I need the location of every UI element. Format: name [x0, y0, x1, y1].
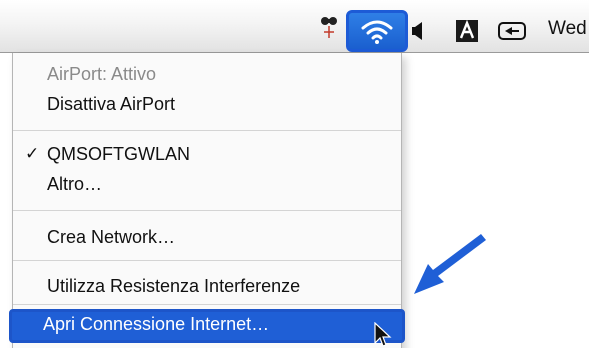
menu-item-interference-robustness[interactable]: Utilizza Resistenza Interferenze: [13, 271, 401, 301]
menu-item-label: AirPort: Attivo: [47, 64, 157, 84]
volume-icon[interactable]: [412, 20, 422, 42]
airport-wifi-icon: [361, 20, 393, 44]
menu-separator: [13, 210, 401, 211]
menu-item-turn-off-airport[interactable]: Disattiva AirPort: [13, 89, 401, 119]
menu-item-airport-status: AirPort: Attivo: [13, 59, 401, 89]
menu-item-label: Disattiva AirPort: [47, 94, 176, 114]
airport-dropdown-menu: AirPort: Attivo Disattiva AirPort ✓ QMSO…: [9, 53, 405, 348]
pointer-arrow-icon: [410, 234, 492, 300]
menu-item-label: Apri Connessione Internet…: [43, 314, 270, 334]
menu-item-create-network[interactable]: Crea Network…: [13, 222, 401, 252]
menu-item-label: Utilizza Resistenza Interferenze: [47, 276, 301, 296]
menu-item-label: Crea Network…: [47, 227, 176, 247]
mouse-cursor-icon: [373, 321, 393, 348]
airport-menu-button[interactable]: [346, 10, 408, 52]
checkmark-icon: ✓: [25, 144, 40, 163]
clock-text[interactable]: Wed: [548, 18, 587, 40]
input-menu-icon[interactable]: [456, 20, 478, 42]
menu-item-label: Altro…: [47, 174, 103, 194]
menu-item-other[interactable]: Altro…: [13, 169, 401, 199]
menu-item-label: QMSOFTGWLAN: [47, 144, 190, 164]
menu-separator: [13, 130, 401, 131]
display-icon[interactable]: [498, 22, 526, 40]
menu-bar: Wed: [0, 0, 589, 53]
menu-item-open-internet-connect[interactable]: Apri Connessione Internet…: [9, 309, 405, 343]
menu-separator: [13, 304, 401, 305]
menu-extra-icon[interactable]: [318, 14, 340, 40]
menu-item-network-qmsoftgwlan[interactable]: ✓ QMSOFTGWLAN: [13, 139, 401, 169]
menu-separator: [13, 260, 401, 261]
screenshot-stage: Wed AirPort: Attivo Disattiva AirPort ✓ …: [0, 0, 589, 348]
